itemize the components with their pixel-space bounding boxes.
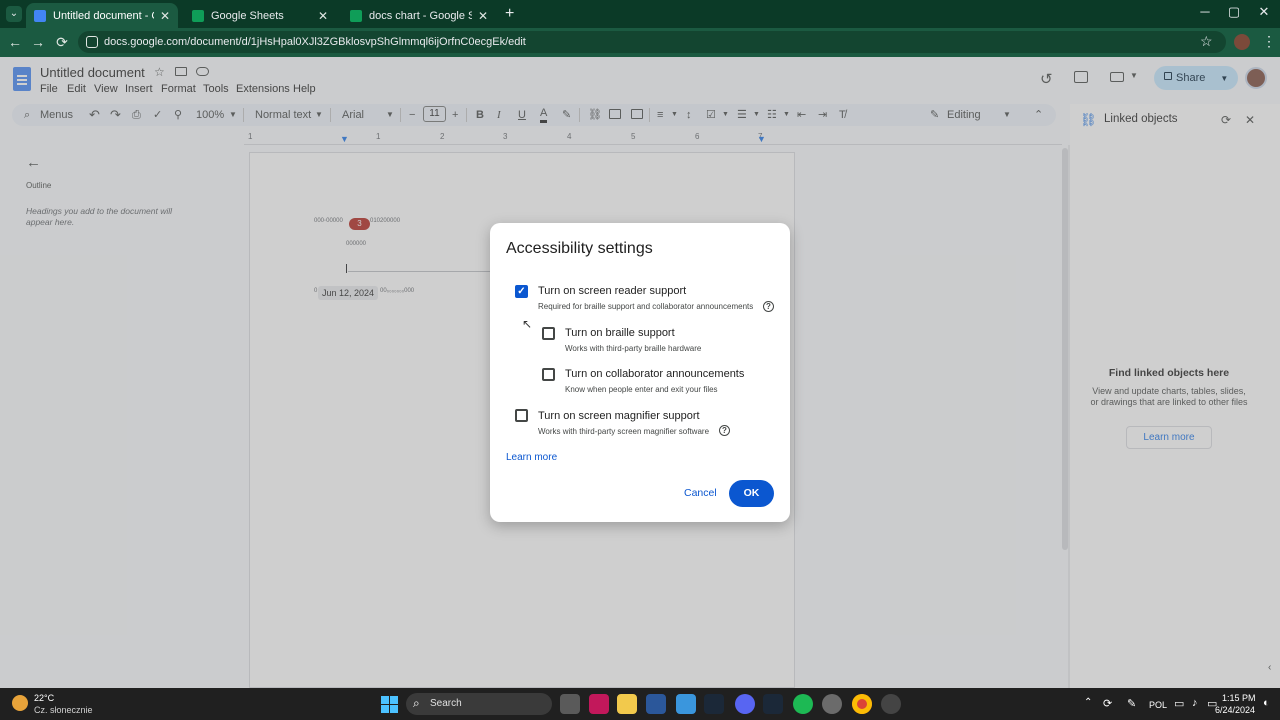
reload-button[interactable]: ⟳ — [52, 34, 72, 51]
help-icon[interactable]: ? — [763, 301, 774, 312]
close-tab-icon[interactable]: ✕ — [318, 9, 328, 23]
sheets-favicon-icon — [350, 9, 362, 22]
help-icon[interactable]: ? — [719, 425, 730, 436]
notifications-icon[interactable]: ◐ — [1263, 697, 1270, 709]
browser-tab-sheets[interactable]: Google Sheets ✕ — [184, 3, 336, 28]
browser-tab-docs-chart[interactable]: docs chart - Google Sheets ✕ — [342, 3, 496, 28]
taskbar-search-text: Search — [430, 698, 462, 709]
chrome-icon[interactable] — [852, 694, 872, 714]
address-bar[interactable]: docs.google.com/document/d/1jHsHpal0XJl3… — [78, 31, 1226, 53]
braille-desc: Works with third-party braille hardware — [565, 344, 702, 353]
tray-pen-icon[interactable]: ✎ — [1127, 697, 1136, 710]
app-circle-icon[interactable] — [881, 694, 901, 714]
teams-icon[interactable] — [646, 694, 666, 714]
spotify-icon[interactable] — [793, 694, 813, 714]
bookmark-star-icon[interactable]: ☆ — [1200, 33, 1213, 50]
sheets-favicon-icon — [192, 9, 204, 22]
steam-icon[interactable] — [704, 694, 724, 714]
network-icon[interactable]: ▭ — [1174, 697, 1184, 710]
profile-avatar[interactable] — [1234, 34, 1250, 50]
screen-reader-label[interactable]: Turn on screen reader support — [538, 285, 686, 297]
language-indicator[interactable]: POL — [1149, 700, 1167, 710]
tray-sync-icon[interactable]: ⟳ — [1103, 697, 1112, 710]
clock-date[interactable]: 6/24/2024 — [1215, 705, 1255, 715]
screen-reader-desc: Required for braille support and collabo… — [538, 302, 754, 311]
browser-menu-icon[interactable]: ⋮ — [1262, 33, 1276, 50]
close-window-button[interactable]: ✕ — [1250, 4, 1278, 20]
screen-magnifier-desc: Works with third-party screen magnifier … — [538, 427, 710, 436]
screen-magnifier-label[interactable]: Turn on screen magnifier support — [538, 410, 700, 422]
maximize-button[interactable]: ▢ — [1220, 4, 1248, 20]
screen-magnifier-checkbox[interactable] — [515, 409, 528, 422]
ok-button[interactable]: OK — [729, 480, 774, 507]
collaborator-announcements-checkbox[interactable] — [542, 368, 555, 381]
collaborator-announcements-desc: Know when people enter and exit your fil… — [565, 385, 718, 394]
file-explorer-icon[interactable] — [617, 694, 637, 714]
checkmark-icon: ✓ — [517, 286, 526, 297]
back-button[interactable]: ← — [5, 34, 25, 50]
braille-checkbox[interactable] — [542, 327, 555, 340]
docs-favicon-icon — [34, 9, 46, 22]
clock-time[interactable]: 1:15 PM — [1222, 693, 1256, 703]
url-text: docs.google.com/document/d/1jHsHpal0XJl3… — [104, 36, 526, 48]
mouse-pointer-icon: ↖ — [522, 317, 533, 331]
collaborator-announcements-label[interactable]: Turn on collaborator announcements — [565, 368, 744, 380]
search-icon: ⌕ — [413, 696, 420, 710]
dialog-title: Accessibility settings — [506, 240, 653, 257]
weather-desc[interactable]: Cz. słonecznie — [34, 705, 93, 715]
close-tab-icon[interactable]: ✕ — [160, 9, 170, 23]
braille-label[interactable]: Turn on braille support — [565, 327, 675, 339]
minimize-button[interactable]: ─ — [1191, 4, 1219, 19]
store-icon[interactable] — [676, 694, 696, 714]
start-button[interactable] — [381, 696, 398, 713]
taskbar-search-box[interactable] — [406, 693, 552, 715]
discord-icon[interactable] — [735, 694, 755, 714]
weather-icon[interactable] — [12, 695, 28, 711]
close-tab-icon[interactable]: ✕ — [478, 9, 488, 23]
task-view-icon[interactable] — [560, 694, 580, 714]
app-pink-icon[interactable] — [589, 694, 609, 714]
cancel-button[interactable]: Cancel — [684, 487, 717, 499]
tray-chevron-icon[interactable]: ⌃ — [1084, 697, 1092, 708]
browser-tab-docs[interactable]: Untitled document - Google D... ✕ — [26, 3, 178, 28]
new-tab-button[interactable]: + — [505, 5, 514, 23]
site-info-icon[interactable] — [86, 36, 98, 48]
screen-reader-checkbox[interactable]: ✓ — [515, 285, 528, 298]
steam-alt-icon[interactable] — [763, 694, 783, 714]
dialog-learn-more-link[interactable]: Learn more — [506, 452, 557, 463]
tab-search-icon[interactable]: ⌄ — [6, 6, 22, 22]
forward-button[interactable]: → — [28, 34, 48, 50]
weather-temp[interactable]: 22°C — [34, 693, 54, 703]
settings-gear-icon[interactable] — [822, 694, 842, 714]
volume-icon[interactable]: ♪ — [1192, 697, 1198, 709]
